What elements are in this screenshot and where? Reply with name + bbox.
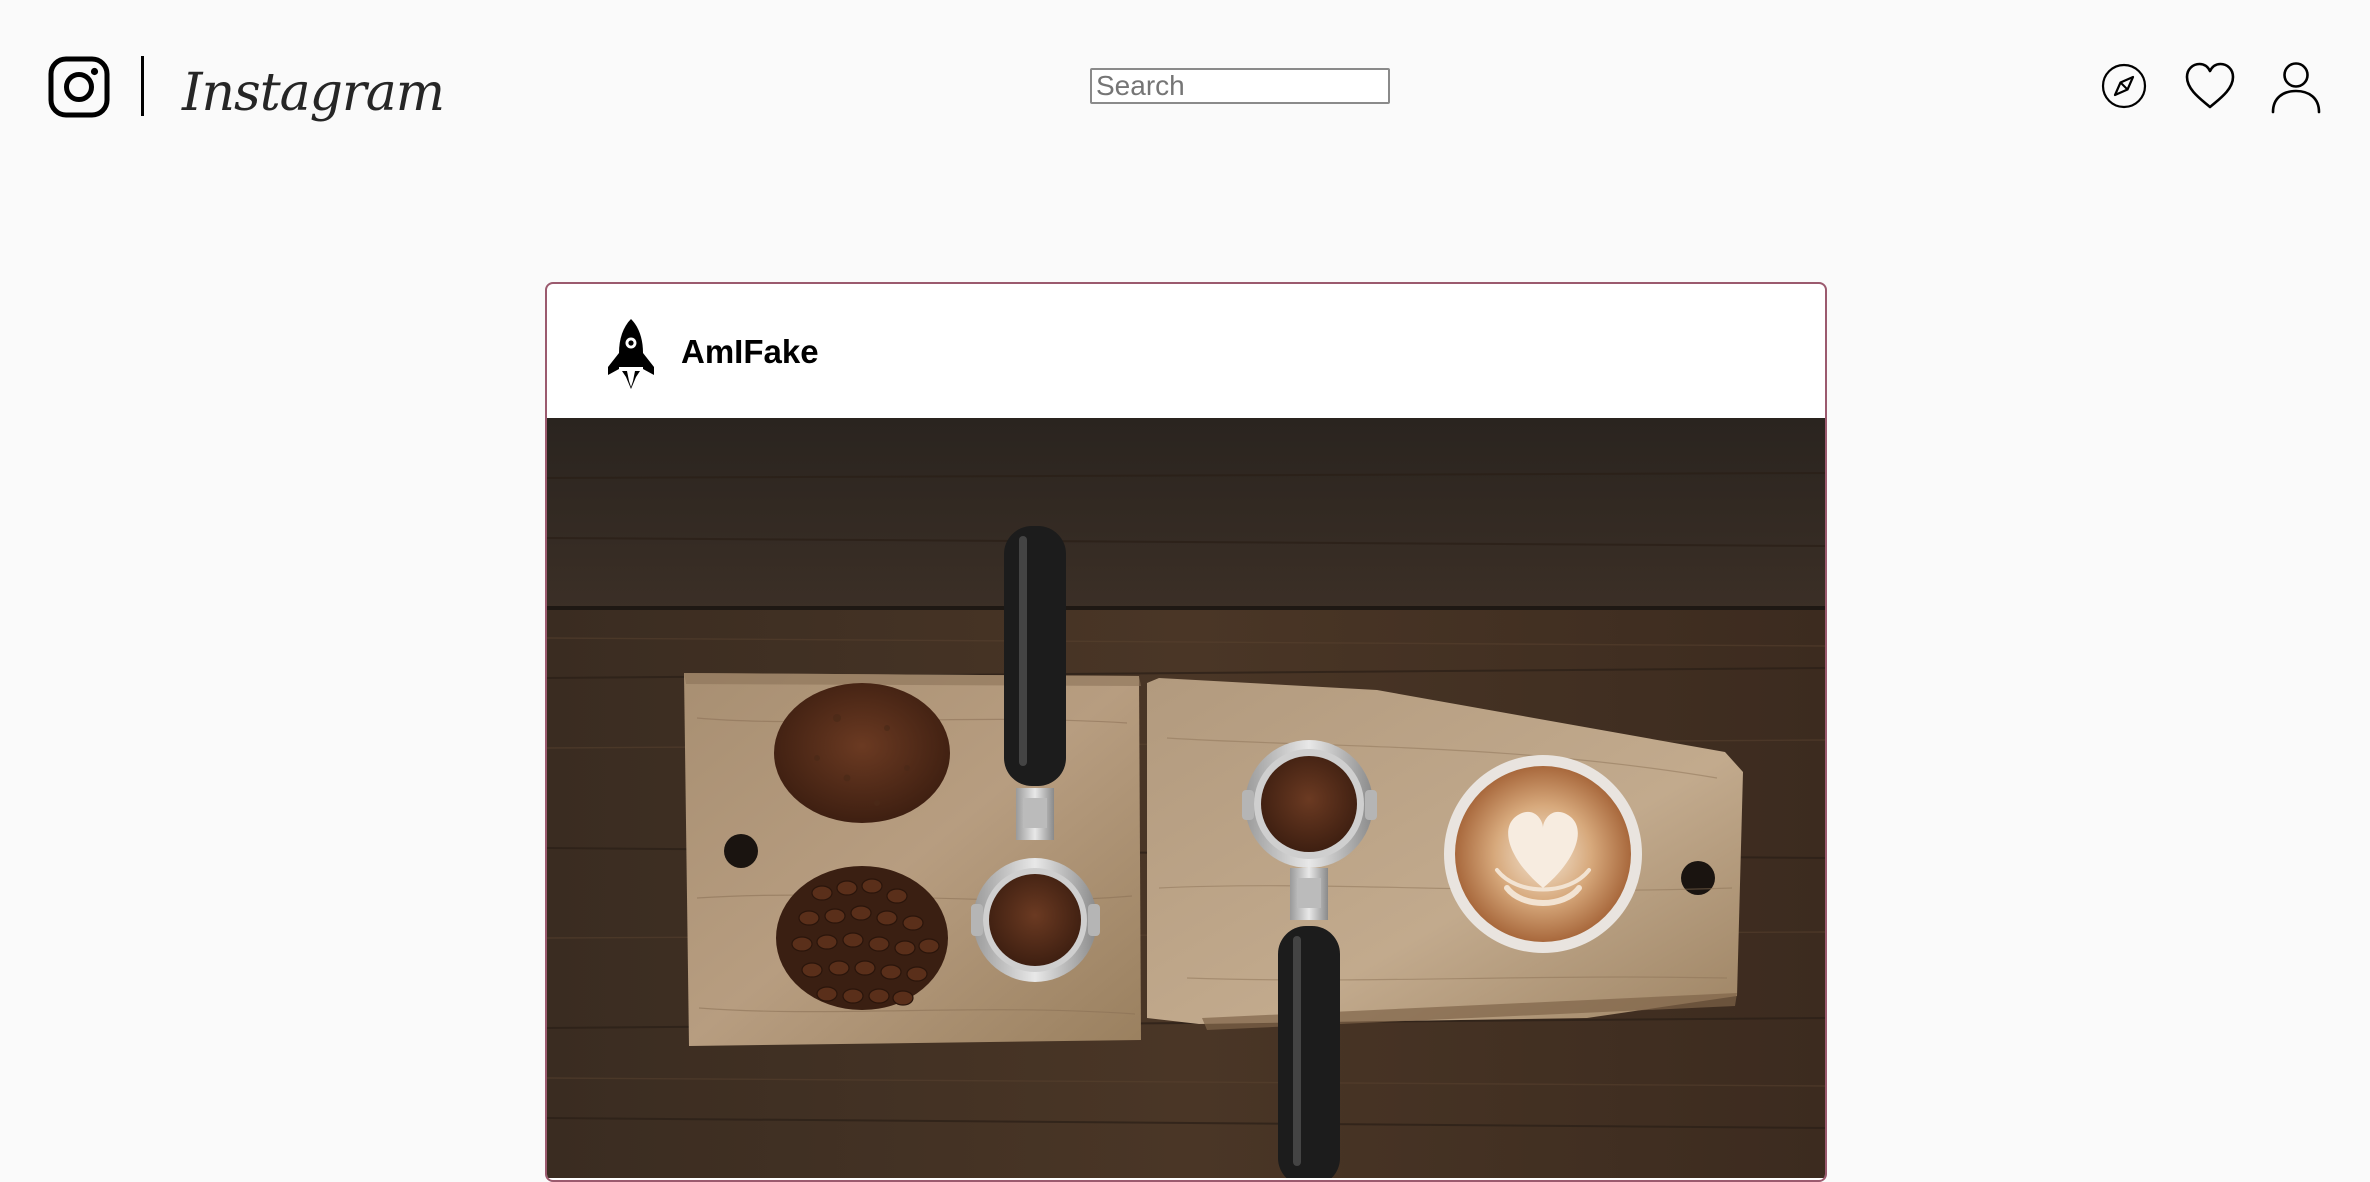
top-navigation-bar: Instagram [0,0,2370,175]
search-input[interactable] [1090,68,1390,104]
user-icon[interactable] [2270,60,2322,114]
post-image[interactable] [547,418,1825,1178]
compass-icon[interactable] [2100,62,2148,110]
post-card: AmIFake [545,282,1827,1182]
instagram-glyph-icon[interactable] [48,56,110,118]
heart-icon[interactable] [2184,60,2236,112]
instagram-wordmark[interactable]: Instagram [182,58,445,128]
post-username[interactable]: AmIFake [681,328,819,376]
post-header: AmIFake [547,284,1825,418]
logo-divider [141,56,144,116]
rocket-icon[interactable] [605,317,657,389]
